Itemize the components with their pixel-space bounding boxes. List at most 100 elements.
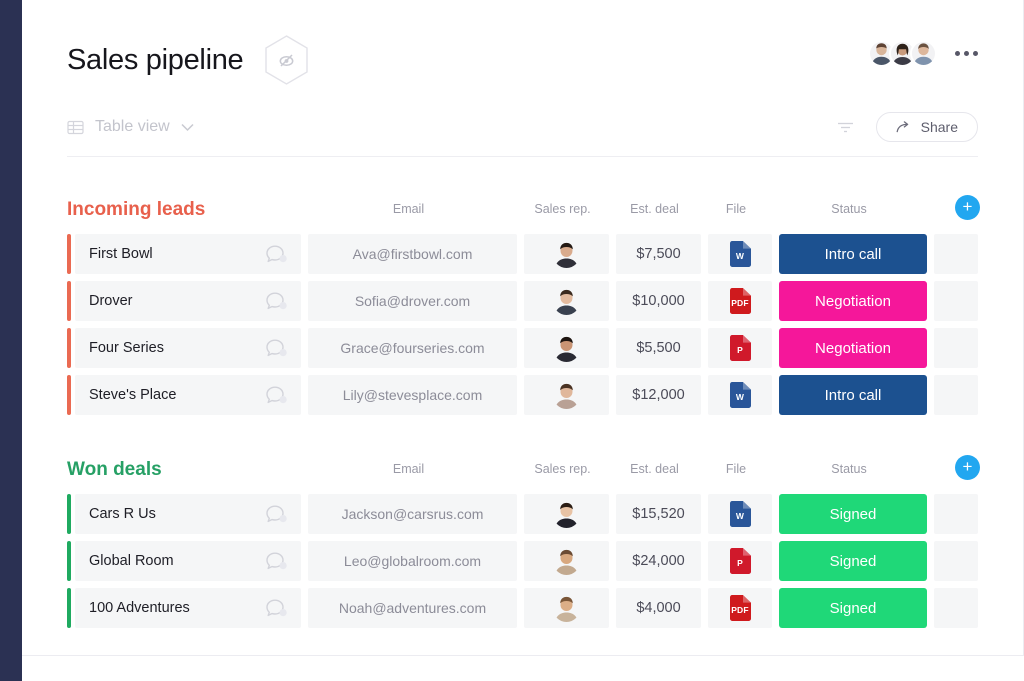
file-p-icon[interactable]: P (730, 335, 751, 361)
cell-file[interactable]: P (708, 541, 772, 581)
share-button[interactable]: Share (876, 112, 978, 142)
cell-company[interactable]: Four Series (75, 328, 301, 368)
cell-company[interactable]: Drover (75, 281, 301, 321)
comment-bubble-icon[interactable] (266, 599, 287, 618)
cell-file[interactable]: P (708, 328, 772, 368)
cell-email[interactable]: Ava@firstbowl.com (308, 234, 517, 274)
sales-rep-avatar (553, 335, 580, 362)
hexagon-crossed-eye-icon[interactable] (263, 34, 310, 86)
cell-company[interactable]: First Bowl (75, 234, 301, 274)
cell-est-deal[interactable]: $10,000 (616, 281, 701, 321)
comment-bubble-icon[interactable] (266, 339, 287, 358)
file-type-label: PDF (731, 295, 749, 308)
file-w-icon[interactable]: W (730, 241, 751, 267)
cell-email[interactable]: Lily@stevesplace.com (308, 375, 517, 415)
cell-file[interactable]: W (708, 494, 772, 534)
row-accent-bar (67, 234, 71, 274)
status-badge[interactable]: Signed (779, 494, 927, 534)
table-row[interactable]: Four Series Grace@fourseries.com $5,500 P Ne… (67, 328, 978, 368)
company-name: Four Series (89, 340, 164, 356)
cell-est-deal[interactable]: $4,000 (616, 588, 701, 628)
cell-company[interactable]: Steve's Place (75, 375, 301, 415)
filter-icon[interactable] (837, 121, 854, 134)
cell-sales-rep[interactable] (524, 375, 609, 415)
file-w-icon[interactable]: W (730, 382, 751, 408)
table-row[interactable]: Global RoomLeo@globalroom.com $24,000 P Sig… (67, 541, 978, 581)
status-badge[interactable]: Signed (779, 588, 927, 628)
add-row-button[interactable]: + (955, 455, 980, 480)
cell-file[interactable]: PDF (708, 588, 772, 628)
sections-container: Incoming leadsEmailSales rep.Est. dealFi… (67, 197, 978, 628)
company-name: Drover (89, 293, 133, 309)
email-value: Sofia@drover.com (355, 293, 470, 309)
cell-sales-rep[interactable] (524, 234, 609, 274)
cell-est-deal[interactable]: $24,000 (616, 541, 701, 581)
cell-est-deal[interactable]: $12,000 (616, 375, 701, 415)
cell-sales-rep[interactable] (524, 494, 609, 534)
cell-status[interactable]: Signed (779, 541, 927, 581)
avatar[interactable] (910, 40, 937, 67)
cell-empty (934, 281, 978, 321)
add-row-button[interactable]: + (955, 195, 980, 220)
column-header: File (704, 202, 768, 216)
cell-file[interactable]: PDF (708, 281, 772, 321)
section-header: Won dealsEmailSales rep.Est. dealFileSta… (67, 457, 978, 483)
cell-email[interactable]: Grace@fourseries.com (308, 328, 517, 368)
file-pdf-icon[interactable]: PDF (730, 595, 751, 621)
cell-status[interactable]: Intro call (779, 234, 927, 274)
cell-sales-rep[interactable] (524, 541, 609, 581)
table-row[interactable]: Steve's PlaceLily@stevesplace.com $12,000… (67, 375, 978, 415)
cell-company[interactable]: Cars R Us (75, 494, 301, 534)
cell-status[interactable]: Negotiation (779, 281, 927, 321)
cell-status[interactable]: Signed (779, 588, 927, 628)
cell-est-deal[interactable]: $7,500 (616, 234, 701, 274)
status-badge[interactable]: Intro call (779, 234, 927, 274)
table-row[interactable]: Cars R Us Jackson@carsrus.com $15,520 W Sign… (67, 494, 978, 534)
cell-company[interactable]: 100 Adventures (75, 588, 301, 628)
view-selector[interactable]: Table view (67, 118, 194, 136)
cell-status[interactable]: Signed (779, 494, 927, 534)
est-deal-value: $24,000 (632, 553, 684, 569)
share-arrow-icon (896, 121, 912, 134)
cell-est-deal[interactable]: $5,500 (616, 328, 701, 368)
file-p-icon[interactable]: P (730, 548, 751, 574)
comment-bubble-icon[interactable] (266, 292, 287, 311)
cell-sales-rep[interactable] (524, 328, 609, 368)
cell-sales-rep[interactable] (524, 588, 609, 628)
section-incoming-leads: Incoming leadsEmailSales rep.Est. dealFi… (67, 197, 978, 415)
cell-file[interactable]: W (708, 375, 772, 415)
cell-company[interactable]: Global Room (75, 541, 301, 581)
table-row[interactable]: Drover Sofia@drover.com $10,000 PDF Negotiat… (67, 281, 978, 321)
cell-status[interactable]: Negotiation (779, 328, 927, 368)
table-row[interactable]: First BowlAva@firstbowl.com $7,500 W Intro … (67, 234, 978, 274)
company-name: Cars R Us (89, 506, 156, 522)
table-row[interactable]: 100 AdventuresNoah@adventures.com $4,000 P… (67, 588, 978, 628)
cell-status[interactable]: Intro call (779, 375, 927, 415)
cell-email[interactable]: Noah@adventures.com (308, 588, 517, 628)
avatar-group[interactable] (868, 40, 937, 67)
column-header: Est. deal (612, 462, 697, 476)
cell-file[interactable]: W (708, 234, 772, 274)
pipeline-card: Sales pipeline (22, 0, 1024, 656)
sales-rep-avatar (553, 548, 580, 575)
chevron-down-icon[interactable] (181, 121, 194, 134)
comment-bubble-icon[interactable] (266, 505, 287, 524)
status-badge[interactable]: Signed (779, 541, 927, 581)
cell-email[interactable]: Sofia@drover.com (308, 281, 517, 321)
cell-sales-rep[interactable] (524, 281, 609, 321)
cell-email[interactable]: Leo@globalroom.com (308, 541, 517, 581)
file-type-label: W (736, 389, 744, 402)
status-badge[interactable]: Negotiation (779, 281, 927, 321)
status-badge[interactable]: Intro call (779, 375, 927, 415)
cell-email[interactable]: Jackson@carsrus.com (308, 494, 517, 534)
comment-bubble-icon[interactable] (266, 552, 287, 571)
comment-bubble-icon[interactable] (266, 245, 287, 264)
more-options-icon[interactable] (955, 51, 978, 56)
cell-empty (934, 234, 978, 274)
est-deal-value: $4,000 (636, 600, 680, 616)
comment-bubble-icon[interactable] (266, 386, 287, 405)
file-w-icon[interactable]: W (730, 501, 751, 527)
cell-est-deal[interactable]: $15,520 (616, 494, 701, 534)
status-badge[interactable]: Negotiation (779, 328, 927, 368)
file-pdf-icon[interactable]: PDF (730, 288, 751, 314)
